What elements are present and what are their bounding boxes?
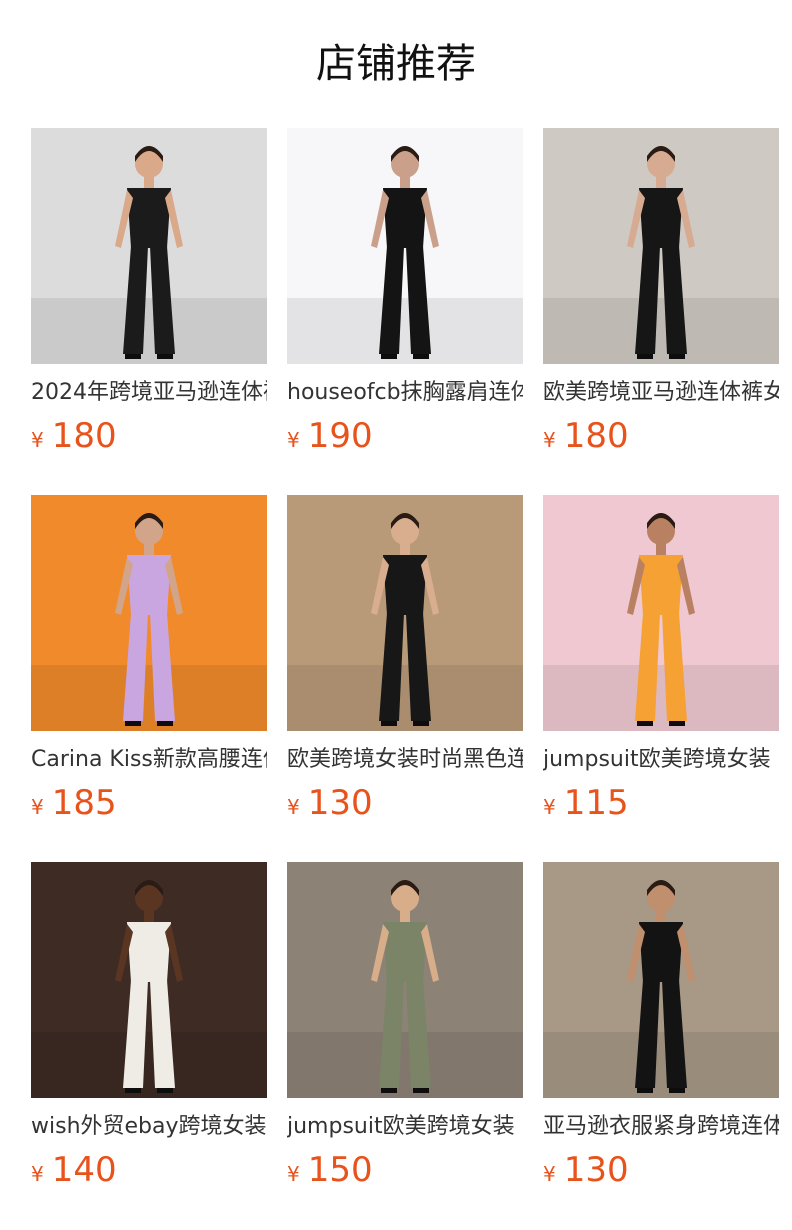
product-photo (31, 862, 267, 1098)
product-card[interactable]: jumpsuit欧美跨境女装 ¥150 (287, 862, 523, 1190)
product-price: ¥150 (287, 1150, 523, 1190)
product-image[interactable] (287, 495, 523, 731)
product-name[interactable]: 亚马逊衣服紧身跨境连体裤 (543, 1112, 779, 1142)
product-image[interactable] (31, 862, 267, 1098)
product-image[interactable] (287, 862, 523, 1098)
product-price: ¥180 (31, 416, 267, 456)
currency-symbol: ¥ (31, 795, 44, 819)
currency-symbol: ¥ (287, 428, 300, 452)
product-name[interactable]: Carina Kiss新款高腰连体裤 (31, 745, 267, 775)
currency-symbol: ¥ (543, 428, 556, 452)
product-card[interactable]: houseofcb抹胸露肩连体裤 ¥190 (287, 128, 523, 456)
product-image[interactable] (31, 128, 267, 364)
product-image[interactable] (543, 495, 779, 731)
price-amount: 115 (563, 783, 629, 823)
product-card[interactable]: wish外贸ebay跨境女装 ¥140 (31, 862, 267, 1190)
product-name[interactable]: 欧美跨境女装时尚黑色连体裤 (287, 745, 523, 775)
product-photo (287, 862, 523, 1098)
price-amount: 150 (307, 1150, 373, 1190)
product-photo (287, 495, 523, 731)
product-price: ¥140 (31, 1150, 267, 1190)
product-card[interactable]: 欧美跨境亚马逊连体裤女 ¥180 (543, 128, 779, 456)
product-photo (543, 495, 779, 731)
currency-symbol: ¥ (543, 1162, 556, 1186)
product-photo (543, 862, 779, 1098)
currency-symbol: ¥ (31, 428, 44, 452)
product-price: ¥130 (287, 783, 523, 823)
price-amount: 130 (563, 1150, 629, 1190)
product-photo (31, 128, 267, 364)
currency-symbol: ¥ (31, 1162, 44, 1186)
product-image[interactable] (543, 862, 779, 1098)
product-price: ¥115 (543, 783, 779, 823)
product-name[interactable]: wish外贸ebay跨境女装 (31, 1112, 267, 1142)
page-title: 店铺推荐 (316, 41, 476, 87)
product-card[interactable]: 2024年跨境亚马逊连体裤 ¥180 (31, 128, 267, 456)
product-name[interactable]: jumpsuit欧美跨境女装 (287, 1112, 523, 1142)
product-photo (31, 495, 267, 731)
product-card[interactable]: 欧美跨境女装时尚黑色连体裤 ¥130 (287, 495, 523, 823)
price-amount: 185 (51, 783, 117, 823)
product-price: ¥185 (31, 783, 267, 823)
product-price: ¥190 (287, 416, 523, 456)
product-photo (543, 128, 779, 364)
price-amount: 140 (51, 1150, 117, 1190)
product-price: ¥130 (543, 1150, 779, 1190)
product-name[interactable]: 欧美跨境亚马逊连体裤女 (543, 378, 779, 408)
product-photo (287, 128, 523, 364)
product-image[interactable] (287, 128, 523, 364)
price-amount: 190 (307, 416, 373, 456)
product-card[interactable]: 亚马逊衣服紧身跨境连体裤 ¥130 (543, 862, 779, 1190)
currency-symbol: ¥ (543, 795, 556, 819)
price-amount: 180 (51, 416, 117, 456)
product-price: ¥180 (543, 416, 779, 456)
currency-symbol: ¥ (287, 795, 300, 819)
product-image[interactable] (31, 495, 267, 731)
product-image[interactable] (543, 128, 779, 364)
product-card[interactable]: jumpsuit欧美跨境女装 ¥115 (543, 495, 779, 823)
currency-symbol: ¥ (287, 1162, 300, 1186)
product-name[interactable]: 2024年跨境亚马逊连体裤 (31, 378, 267, 408)
product-name[interactable]: jumpsuit欧美跨境女装 (543, 745, 779, 775)
product-name[interactable]: houseofcb抹胸露肩连体裤 (287, 378, 523, 408)
price-amount: 180 (563, 416, 629, 456)
product-card[interactable]: Carina Kiss新款高腰连体裤 ¥185 (31, 495, 267, 823)
price-amount: 130 (307, 783, 373, 823)
